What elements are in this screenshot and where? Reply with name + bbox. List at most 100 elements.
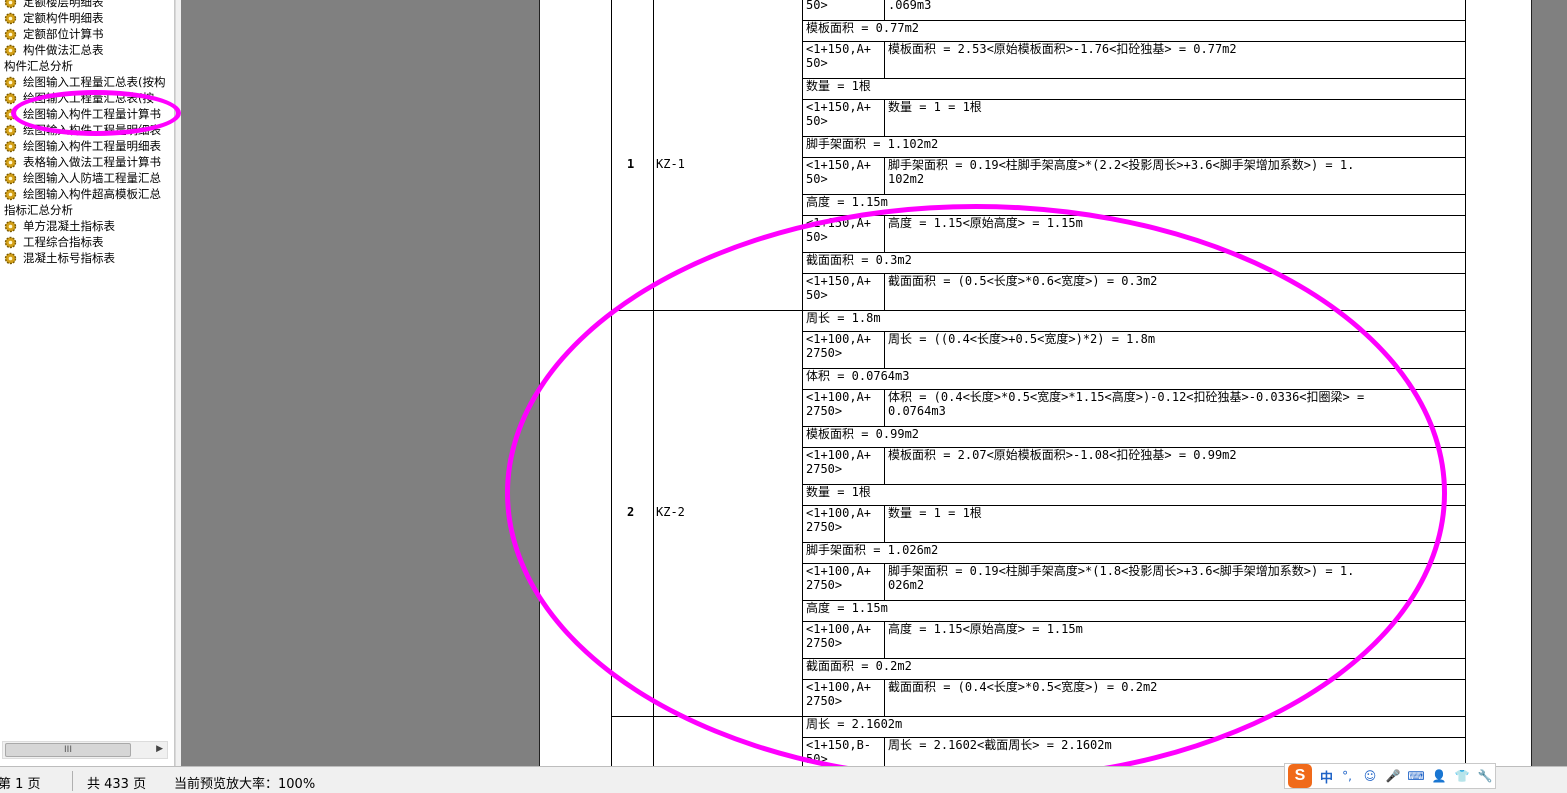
report-gear-icon <box>4 140 17 152</box>
table-rule <box>884 99 885 136</box>
print-preview-area[interactable]: <1+150,A+ 50> 体积 = (0.4<长度>*0.6<宽度>*1.15<… <box>181 0 1567 766</box>
location-cell: <1+150,B- 50> <box>806 738 872 766</box>
tree-report-item[interactable]: 绘图输入工程量汇总表(按构 <box>0 74 174 90</box>
summary-row: 模板面积 = 0.99m2 <box>806 427 920 441</box>
tree-report-item[interactable]: 定额构件明细表 <box>0 10 174 26</box>
tree-item-label: 绘图输入工程量汇总表(按构 <box>23 75 166 89</box>
location-cell: <1+100,A+ 2750> <box>806 448 872 476</box>
component-number: 1 <box>627 157 635 171</box>
tree-group-label: 指标汇总分析 <box>0 202 174 218</box>
scrollbar-thumb[interactable]: III <box>5 743 131 757</box>
report-gear-icon <box>4 28 17 40</box>
tree-report-item[interactable]: 构件做法汇总表 <box>0 42 174 58</box>
tree-item-label: 绘图输入工程量汇总表(按 <box>23 91 154 105</box>
tree-report-item[interactable]: 绘图输入构件超高模板汇总 <box>0 186 174 202</box>
table-rule <box>884 737 885 766</box>
location-cell: <1+150,A+ 50> <box>806 100 872 128</box>
tree-report-item[interactable]: 绘图输入人防墙工程量汇总 <box>0 170 174 186</box>
location-cell: <1+150,A+ 50> <box>806 42 872 70</box>
tree-report-item[interactable]: 绘图输入构件工程量明细表 <box>0 138 174 154</box>
tree-report-item[interactable]: 绘图输入工程量汇总表(按 <box>0 90 174 106</box>
table-rule <box>884 157 885 194</box>
formula-cell: 模板面积 = 2.53<原始模板面积>-1.76<扣砼独基> = 0.77m2 <box>888 42 1237 56</box>
formula-cell: 模板面积 = 2.07<原始模板面积>-1.08<扣砼独基> = 0.99m2 <box>888 448 1237 462</box>
location-cell: <1+100,A+ 2750> <box>806 564 872 592</box>
report-gear-icon <box>4 156 17 168</box>
tree-item-label: 绘图输入构件工程量计算书 <box>23 107 161 121</box>
table-rule <box>884 621 885 658</box>
table-rule <box>884 389 885 426</box>
component-name: KZ-2 <box>656 505 685 519</box>
summary-row: 体积 = 0.0764m3 <box>806 369 910 383</box>
report-page: <1+150,A+ 50> 体积 = (0.4<长度>*0.6<宽度>*1.15<… <box>539 0 1532 766</box>
location-cell: <1+150,A+ 50> <box>806 274 872 302</box>
report-gear-icon <box>4 76 17 88</box>
summary-row: 数量 = 1根 <box>806 79 871 93</box>
summary-row: 脚手架面积 = 1.102m2 <box>806 137 939 151</box>
summary-row: 高度 = 1.15m <box>806 601 888 615</box>
tree-item-label: 单方混凝土指标表 <box>23 219 115 233</box>
table-rule <box>611 310 802 311</box>
report-gear-icon <box>4 92 17 104</box>
formula-cell: 脚手架面积 = 0.19<柱脚手架高度>*(1.8<投影周长>+3.6<脚手架增… <box>888 564 1355 592</box>
formula-cell: 截面面积 = (0.4<长度>*0.5<宽度>) = 0.2m2 <box>888 680 1158 694</box>
settings-wrench-icon[interactable]: 🔧 <box>1476 767 1494 785</box>
report-gear-icon <box>4 188 17 200</box>
location-cell: <1+100,A+ 2750> <box>806 506 872 534</box>
report-tree: 定额楼层明细表 定额构件明细表 定额部位计算书 构件做法汇总表构件汇总分析绘图输入工程… <box>0 0 174 266</box>
ime-toolbar[interactable]: S 中 °, ☺ 🎤 ⌨ 👤 👕 🔧 <box>1284 763 1496 789</box>
tree-item-label: 构件做法汇总表 <box>23 43 104 57</box>
tree-horizontal-scrollbar[interactable]: III ▶ <box>2 741 168 759</box>
sogou-logo-icon[interactable]: S <box>1288 764 1312 788</box>
user-icon[interactable]: 👤 <box>1430 767 1448 785</box>
tree-item-label: 绘图输入构件工程量明细表 <box>23 139 161 153</box>
tree-item-label: 绘图输入构件工程量明细表 <box>23 123 161 137</box>
tree-report-item[interactable]: 混凝土标号指标表 <box>0 250 174 266</box>
summary-row: 周长 = 1.8m <box>806 311 881 325</box>
tree-report-item[interactable]: 单方混凝土指标表 <box>0 218 174 234</box>
table-rule <box>884 505 885 542</box>
table-rule <box>884 41 885 78</box>
report-tree-panel: 定额楼层明细表 定额构件明细表 定额部位计算书 构件做法汇总表构件汇总分析绘图输入工程… <box>0 0 175 766</box>
emoji-icon[interactable]: ☺ <box>1361 767 1379 785</box>
tree-item-label: 混凝土标号指标表 <box>23 251 115 265</box>
tree-report-item[interactable]: 绘图输入构件工程量计算书 <box>0 106 174 122</box>
location-cell: <1+100,A+ 2750> <box>806 680 872 708</box>
total-pages: 共 433 页 <box>87 777 147 792</box>
tree-report-item[interactable]: 定额部位计算书 <box>0 26 174 42</box>
tree-report-item[interactable]: 表格输入做法工程量计算书 <box>0 154 174 170</box>
keyboard-icon[interactable]: ⌨ <box>1407 767 1425 785</box>
microphone-icon[interactable]: 🎤 <box>1384 767 1402 785</box>
tree-item-label: 表格输入做法工程量计算书 <box>23 155 161 169</box>
tree-group-label: 构件汇总分析 <box>0 58 174 74</box>
formula-cell: 体积 = (0.4<长度>*0.5<宽度>*1.15<高度>)-0.12<扣砼独… <box>888 390 1365 418</box>
tree-item-label: 构件汇总分析 <box>4 59 73 73</box>
tree-item-label: 定额楼层明细表 <box>23 0 104 9</box>
table-rule <box>611 716 802 717</box>
formula-cell: 体积 = (0.4<长度>*0.6<宽度>*1.15<高度>)-0.12<扣砼独… <box>888 0 932 12</box>
tree-item-label: 绘图输入人防墙工程量汇总 <box>23 171 161 185</box>
table-rule <box>884 563 885 600</box>
summary-row: 模板面积 = 0.77m2 <box>806 21 920 35</box>
report-gear-icon <box>4 236 17 248</box>
summary-row: 截面面积 = 0.3m2 <box>806 253 912 267</box>
tree-report-item[interactable]: 绘图输入构件工程量明细表 <box>0 122 174 138</box>
tree-report-item[interactable]: 定额楼层明细表 <box>0 0 174 10</box>
quantity-calc-table: <1+150,A+ 50> 体积 = (0.4<长度>*0.6<宽度>*1.15<… <box>611 0 1466 766</box>
tree-report-item[interactable]: 工程综合指标表 <box>0 234 174 250</box>
scroll-right-arrow-icon[interactable]: ▶ <box>156 744 163 754</box>
tree-item-label: 定额部位计算书 <box>23 27 104 41</box>
location-cell: <1+100,A+ 2750> <box>806 622 872 650</box>
punctuation-icon[interactable]: °, <box>1338 767 1356 785</box>
summary-row: 截面面积 = 0.2m2 <box>806 659 912 673</box>
report-gear-icon <box>4 44 17 56</box>
skin-icon[interactable]: 👕 <box>1453 767 1471 785</box>
page-indicator: 第 1 页 <box>0 777 41 792</box>
table-rule <box>884 0 885 20</box>
report-gear-icon <box>4 108 17 120</box>
component-name: KZ-1 <box>656 157 685 171</box>
formula-cell: 高度 = 1.15<原始高度> = 1.15m <box>888 622 1083 636</box>
table-rule <box>1465 0 1466 766</box>
formula-cell: 高度 = 1.15<原始高度> = 1.15m <box>888 216 1083 230</box>
ime-mode-toggle[interactable]: 中 <box>1320 767 1333 786</box>
